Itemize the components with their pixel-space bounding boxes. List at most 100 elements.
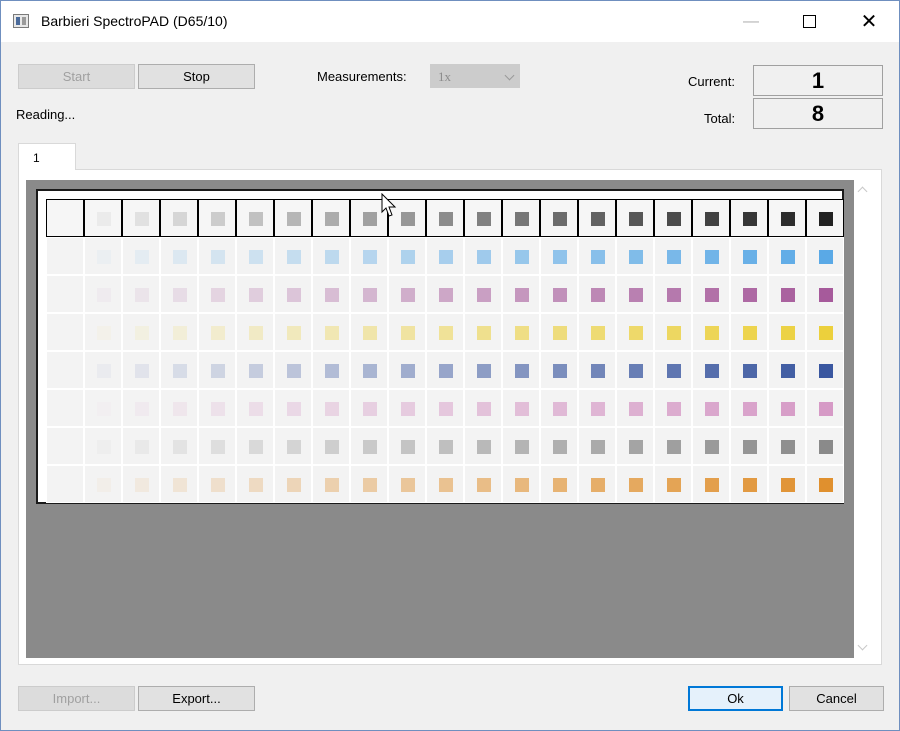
scroll-up-icon[interactable]: [857, 186, 868, 197]
color-patch: [287, 212, 301, 226]
color-patch: [363, 478, 377, 492]
start-button[interactable]: Start: [18, 64, 135, 89]
color-patch: [819, 250, 833, 264]
patch-cell: [312, 237, 350, 275]
patch-cell: [312, 427, 350, 465]
scroll-down-icon[interactable]: [857, 640, 868, 651]
export-button[interactable]: Export...: [138, 686, 255, 711]
patch-cell: [540, 275, 578, 313]
patch-row-gray: [46, 427, 844, 465]
ok-button[interactable]: Ok: [688, 686, 783, 711]
current-count: 1: [753, 65, 883, 96]
patch-cell: [274, 351, 312, 389]
maximize-button[interactable]: [787, 1, 831, 42]
color-patch: [401, 364, 415, 378]
color-patch: [477, 250, 491, 264]
color-patch: [439, 402, 453, 416]
patch-cell: [46, 313, 84, 351]
color-patch: [591, 212, 605, 226]
patch-row-magenta: [46, 275, 844, 313]
color-patch: [439, 440, 453, 454]
import-button[interactable]: Import...: [18, 686, 135, 711]
color-patch: [287, 478, 301, 492]
color-patch: [743, 364, 757, 378]
patch-cell: [426, 199, 464, 237]
patch-cell: [692, 351, 730, 389]
color-patch: [135, 250, 149, 264]
color-patch: [363, 212, 377, 226]
patch-cell: [236, 351, 274, 389]
patch-cell: [122, 351, 160, 389]
patch-cell: [578, 275, 616, 313]
color-patch: [553, 440, 567, 454]
color-patch: [173, 250, 187, 264]
color-patch: [819, 288, 833, 302]
color-patch: [743, 478, 757, 492]
color-patch: [629, 288, 643, 302]
color-patch: [667, 440, 681, 454]
color-patch: [249, 402, 263, 416]
color-patch: [401, 288, 415, 302]
minimize-button[interactable]: —: [729, 1, 773, 42]
patch-cell: [806, 351, 844, 389]
patch-cell: [578, 199, 616, 237]
color-patch: [667, 326, 681, 340]
patch-cell: [806, 313, 844, 351]
color-patch: [781, 326, 795, 340]
patch-cell: [654, 351, 692, 389]
color-patch: [173, 326, 187, 340]
close-button[interactable]: ✕: [847, 1, 891, 42]
color-patch: [629, 250, 643, 264]
patch-cell: [274, 389, 312, 427]
color-patch: [781, 440, 795, 454]
color-patch: [667, 250, 681, 264]
tab-1[interactable]: 1: [18, 143, 76, 170]
color-patch: [515, 326, 529, 340]
patch-cell: [692, 313, 730, 351]
color-patch: [553, 402, 567, 416]
color-patch: [629, 364, 643, 378]
chevron-down-icon: [504, 70, 515, 81]
color-patch: [477, 402, 491, 416]
patch-row-black: [46, 199, 844, 237]
patch-cell: [84, 427, 122, 465]
color-patch: [135, 212, 149, 226]
patch-cell: [540, 313, 578, 351]
color-patch: [705, 250, 719, 264]
color-patch: [401, 478, 415, 492]
color-patch: [325, 250, 339, 264]
color-patch: [249, 250, 263, 264]
patch-cell: [122, 199, 160, 237]
color-patch: [667, 288, 681, 302]
patch-cell: [198, 351, 236, 389]
color-patch: [59, 212, 73, 226]
color-patch: [211, 402, 225, 416]
measurements-select[interactable]: 1x: [430, 64, 520, 88]
color-patch: [211, 364, 225, 378]
color-patch: [667, 478, 681, 492]
color-patch: [135, 326, 149, 340]
patch-cell: [502, 199, 540, 237]
patch-cell: [502, 389, 540, 427]
color-patch: [781, 212, 795, 226]
color-patch: [591, 326, 605, 340]
color-patch: [363, 326, 377, 340]
color-patch: [249, 440, 263, 454]
patch-cell: [426, 237, 464, 275]
vertical-scrollbar[interactable]: [854, 180, 872, 658]
color-patch: [477, 478, 491, 492]
patch-row-light-magenta: [46, 389, 844, 427]
patch-cell: [654, 389, 692, 427]
color-patch: [135, 478, 149, 492]
measurements-label: Measurements:: [317, 69, 407, 84]
color-patch: [743, 326, 757, 340]
color-patch: [401, 250, 415, 264]
patch-cell: [84, 351, 122, 389]
color-patch: [515, 250, 529, 264]
color-patch: [59, 288, 73, 302]
stop-button[interactable]: Stop: [138, 64, 255, 89]
cancel-button[interactable]: Cancel: [789, 686, 884, 711]
color-patch: [135, 440, 149, 454]
patch-cell: [578, 427, 616, 465]
patch-cell: [274, 427, 312, 465]
